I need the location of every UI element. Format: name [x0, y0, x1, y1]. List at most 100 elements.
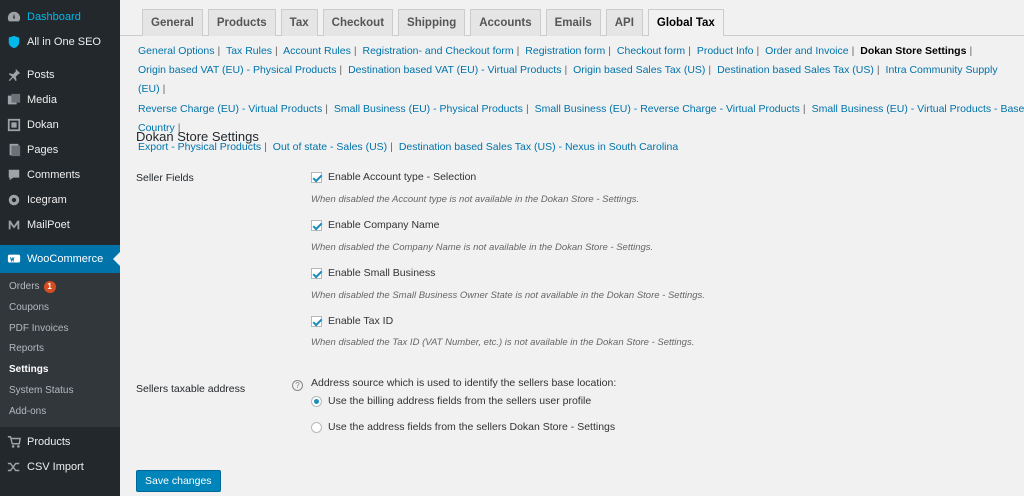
settings-tabs: General Products Tax Checkout Shipping A… — [142, 9, 729, 36]
media-icon — [6, 92, 22, 108]
tab-products[interactable]: Products — [207, 9, 276, 36]
submenu-item-reports[interactable]: Reports — [0, 339, 120, 360]
sidebar-item-label: MailPoet — [27, 218, 70, 231]
sidebar-item-label: Dokan — [27, 118, 59, 131]
subnav-link[interactable]: Product Info — [697, 45, 754, 57]
account-type-checkbox[interactable] — [311, 171, 322, 183]
submenu-item-add-ons[interactable]: Add-ons — [0, 402, 120, 423]
subnav-link[interactable]: Checkout form — [617, 45, 685, 57]
small-business-checkbox[interactable] — [311, 267, 322, 279]
radio-label: Use the billing address fields from the … — [328, 395, 592, 407]
comments-icon — [6, 167, 22, 183]
subnav-current: Dokan Store Settings — [860, 45, 967, 57]
sidebar-item-label: Media — [27, 93, 57, 106]
tab-api[interactable]: API — [605, 9, 643, 36]
cart-icon — [6, 434, 22, 450]
sidebar-item-label: CSV Import — [27, 461, 84, 474]
sidebar-item-seo[interactable]: All in One SEO — [0, 29, 120, 54]
subnav-link[interactable]: Out of state - Sales (US) — [273, 141, 387, 153]
save-changes-button[interactable]: Save changes — [136, 470, 221, 492]
sidebar-item-comments[interactable]: Comments — [0, 162, 120, 187]
shuffle-icon — [6, 459, 22, 475]
mailpoet-icon — [6, 217, 22, 233]
sidebar-item-media[interactable]: Media — [0, 87, 120, 112]
sidebar-item-label: All in One SEO — [27, 35, 101, 48]
tax-id-description: When disabled the Tax ID (VAT Number, et… — [311, 337, 695, 348]
tab-checkout[interactable]: Checkout — [322, 9, 394, 36]
page-title: Dokan Store Settings — [136, 129, 259, 144]
orders-count-badge: 1 — [43, 281, 56, 294]
main-content: General Products Tax Checkout Shipping A… — [120, 0, 1024, 496]
subnav-link[interactable]: Destination based Sales Tax (US) — [717, 64, 874, 76]
store-address-radio[interactable] — [311, 421, 322, 433]
woocommerce-icon — [6, 251, 22, 267]
sidebar-item-icegram[interactable]: Icegram — [0, 187, 120, 212]
checkbox-label: Enable Tax ID — [328, 315, 394, 327]
subnav-link[interactable]: Account Rules — [283, 45, 351, 57]
shield-icon — [6, 34, 22, 50]
admin-sidebar: Dashboard All in One SEO Posts Media Dok… — [0, 0, 120, 496]
sidebar-item-csv-import[interactable]: CSV Import — [0, 455, 120, 480]
checkbox-label: Enable Small Business — [328, 267, 436, 279]
sidebar-item-dokan[interactable]: Dokan — [0, 112, 120, 137]
tab-global-tax[interactable]: Global Tax — [647, 9, 724, 36]
subnav-link[interactable]: Small Business (EU) - Reverse Charge - V… — [535, 103, 800, 115]
subnav-link[interactable]: General Options — [138, 45, 214, 57]
submenu-item-system-status[interactable]: System Status — [0, 381, 120, 402]
tax-id-checkbox[interactable] — [311, 315, 322, 327]
section-subnav: General Options | Tax Rules | Account Rule… — [138, 45, 1024, 154]
subnav-link[interactable]: Reverse Charge (EU) - Virtual Products — [138, 103, 322, 115]
subnav-link[interactable]: Registration form — [525, 45, 605, 57]
tab-general[interactable]: General — [142, 9, 203, 36]
subnav-link[interactable]: Registration- and Checkout form — [362, 45, 513, 57]
woocommerce-submenu: Orders 1 Coupons PDF Invoices Reports Se… — [0, 273, 120, 427]
submenu-item-pdf-invoices[interactable]: PDF Invoices — [0, 319, 120, 340]
sidebar-item-pages[interactable]: Pages — [0, 137, 120, 162]
pages-icon — [6, 142, 22, 158]
sidebar-item-woocommerce[interactable]: WooCommerce — [0, 245, 120, 273]
sidebar-item-mailpoet[interactable]: MailPoet — [0, 212, 120, 237]
submenu-item-coupons[interactable]: Coupons — [0, 298, 120, 319]
company-name-description: When disabled the Company Name is not av… — [311, 242, 654, 253]
billing-address-radio[interactable] — [311, 395, 322, 407]
submenu-item-orders[interactable]: Orders 1 — [0, 277, 120, 298]
account-type-option: Enable Account type - Selection — [311, 171, 476, 183]
tab-tax[interactable]: Tax — [280, 9, 318, 36]
taxable-address-label: Sellers taxable address — [136, 383, 246, 395]
help-icon[interactable]: ? — [292, 380, 303, 391]
sidebar-item-label: Icegram — [27, 193, 67, 206]
tab-accounts[interactable]: Accounts — [470, 9, 541, 36]
company-name-checkbox[interactable] — [311, 219, 322, 231]
sidebar-item-dashboard[interactable]: Dashboard — [0, 4, 120, 29]
sidebar-item-label: WooCommerce — [27, 253, 104, 265]
tab-shipping[interactable]: Shipping — [398, 9, 466, 36]
icegram-icon — [6, 192, 22, 208]
sidebar-item-products[interactable]: Products — [0, 430, 120, 455]
seller-fields-label: Seller Fields — [136, 172, 194, 184]
sidebar-item-label: Pages — [27, 143, 59, 156]
dokan-icon — [6, 117, 22, 133]
small-business-option: Enable Small Business — [311, 267, 435, 279]
taxable-address-intro: Address source which is used to identify… — [311, 377, 617, 389]
store-address-option: Use the address fields from the sellers … — [311, 421, 615, 433]
subnav-link[interactable]: Small Business (EU) - Physical Products — [334, 103, 523, 115]
pin-icon — [6, 67, 22, 83]
tax-id-option: Enable Tax ID — [311, 315, 393, 327]
subnav-link[interactable]: Destination based VAT (EU) - Virtual Pro… — [348, 64, 561, 76]
subnav-link[interactable]: Order and Invoice — [765, 45, 848, 57]
sidebar-item-label: Products — [27, 436, 71, 449]
dashboard-icon — [6, 9, 22, 25]
billing-address-option: Use the billing address fields from the … — [311, 395, 591, 407]
submenu-item-settings[interactable]: Settings — [0, 360, 120, 381]
sidebar-item-label: Posts — [27, 68, 55, 81]
checkbox-label: Enable Company Name — [328, 219, 440, 231]
subnav-link[interactable]: Destination based Sales Tax (US) - Nexus… — [399, 141, 678, 153]
radio-label: Use the address fields from the sellers … — [328, 421, 616, 433]
tab-emails[interactable]: Emails — [545, 9, 601, 36]
checkbox-label: Enable Account type - Selection — [328, 171, 477, 183]
subnav-link[interactable]: Origin based Sales Tax (US) — [573, 64, 705, 76]
subnav-link[interactable]: Tax Rules — [226, 45, 272, 57]
sidebar-item-posts[interactable]: Posts — [0, 62, 120, 87]
subnav-link[interactable]: Origin based VAT (EU) - Physical Product… — [138, 64, 336, 76]
sidebar-item-label: Dashboard — [27, 10, 81, 23]
